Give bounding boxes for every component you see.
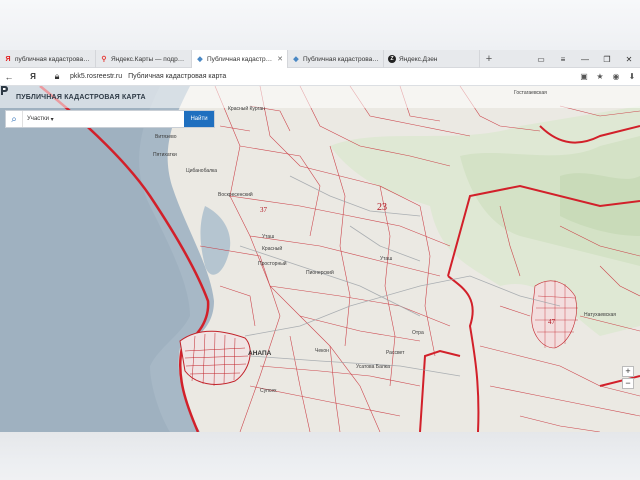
place-label: Цибанобалка	[186, 168, 218, 174]
place-label: Уташ	[262, 234, 275, 240]
cadastral-district-number[interactable]: 23	[377, 202, 387, 213]
search-type-value: Участки	[27, 116, 49, 122]
place-label: Чекон	[315, 348, 329, 354]
find-button[interactable]: Найти	[184, 111, 214, 127]
yandex-favicon-icon: Я	[5, 55, 11, 63]
rosreestr-logo-icon	[1, 86, 8, 95]
tab-bar: Я публичная кадастровая ка ⚲ Яндекс.Карт…	[0, 50, 640, 68]
protect-icon[interactable]: ◉	[608, 68, 624, 86]
restore-icon[interactable]: ❐	[596, 50, 618, 68]
tab-yandex-maps[interactable]: ⚲ Яндекс.Карты — подробн	[96, 50, 192, 68]
zoom-in-button[interactable]: +	[622, 366, 634, 377]
place-label: Воскресенский	[218, 192, 253, 198]
city-label-anapa: АНАПА	[248, 350, 272, 357]
new-tab-button[interactable]: +	[480, 50, 498, 68]
cadastral-map[interactable]: ПУБЛИЧНАЯ КАДАСТРОВАЯ КАРТА ⌕ Участки ▾ …	[0, 86, 640, 432]
zoom-out-button[interactable]: −	[622, 378, 634, 389]
cadastral-favicon-icon: ◆	[197, 56, 203, 63]
downloads-icon[interactable]: ⬇	[624, 68, 640, 86]
place-label: Рассвет	[386, 350, 405, 356]
menu-icon[interactable]: ≡	[552, 50, 574, 68]
place-label: Натухаевская	[584, 312, 617, 318]
screen: Я публичная кадастровая ка ⚲ Яндекс.Карт…	[0, 0, 640, 480]
place-label: Просторный	[258, 261, 287, 267]
address-bar-actions: ▣ ★ ◉ ⬇	[576, 68, 640, 86]
minimize-icon[interactable]: —	[574, 50, 596, 68]
tab-yandex-search[interactable]: Я публичная кадастровая ка	[0, 50, 96, 68]
place-label: Витязево	[155, 134, 177, 140]
place-label: Усатова Балка	[356, 364, 390, 370]
search-panel: ⌕ Участки ▾ Найти	[5, 110, 215, 128]
tab-cadastral-map-2[interactable]: ◆ Публичная кадастровая ка	[288, 50, 384, 68]
zoom-controls: + −	[622, 366, 634, 390]
place-label: Супсех	[260, 388, 277, 394]
url-domain: pkk5.rosreestr.ru	[70, 73, 123, 80]
place-label: Красный Курган	[228, 106, 265, 112]
tab-yandex-zen[interactable]: Z Яндекс.Дзен	[384, 50, 480, 68]
search-type-select[interactable]: Участки ▾	[22, 111, 58, 127]
address-bar: ← Я 🔒︎ pkk5.rosreestr.ru Публичная кадас…	[0, 68, 640, 86]
cadastral-district-number[interactable]: 37	[260, 206, 267, 214]
map-pin-favicon-icon: ⚲	[101, 56, 107, 63]
place-label: Гостагаевская	[514, 90, 547, 96]
cadastral-favicon-icon: ◆	[293, 56, 299, 63]
reader-mode-icon[interactable]: ▣	[576, 68, 592, 86]
cadastral-district-number[interactable]: 47	[548, 318, 555, 326]
zen-favicon-icon: Z	[388, 55, 396, 63]
map-canvas[interactable]	[0, 86, 640, 432]
tab-cadastral-map[interactable]: ◆ Публичная кадастровая ✕	[192, 50, 288, 68]
tab-label: Публичная кадастровая	[207, 55, 276, 63]
top-blur-area	[0, 0, 640, 50]
app-title: ПУБЛИЧНАЯ КАДАСТРОВАЯ КАРТА	[16, 94, 146, 101]
close-window-icon[interactable]: ✕	[618, 50, 640, 68]
star-bookmark-icon[interactable]: ★	[592, 68, 608, 86]
tab-label: Публичная кадастровая ка	[303, 55, 379, 63]
place-label: Пятихатки	[153, 152, 177, 158]
chevron-down-icon: ▾	[49, 116, 54, 123]
search-input[interactable]	[57, 112, 184, 126]
bottom-blur-area	[0, 432, 640, 480]
place-label: Уташ	[380, 256, 393, 262]
place-label: Отра	[412, 330, 424, 336]
page-title-in-address: Публичная кадастровая карта	[128, 73, 227, 80]
lock-icon: 🔒︎	[54, 71, 60, 81]
place-label: Пионерский	[306, 270, 334, 276]
tab-label: Яндекс.Карты — подробн	[111, 55, 187, 63]
url-field[interactable]: pkk5.rosreestr.ru Публичная кадастровая …	[66, 68, 576, 86]
search-icon[interactable]: ⌕	[6, 111, 22, 127]
window-controls: ▭ ≡ — ❐ ✕	[530, 50, 640, 68]
tab-label: публичная кадастровая ка	[15, 55, 91, 63]
bookmarks-icon[interactable]: ▭	[530, 50, 552, 68]
back-arrow-icon[interactable]: ←	[0, 68, 18, 86]
tab-label: Яндекс.Дзен	[399, 55, 438, 63]
place-label: Красный	[262, 246, 283, 252]
yandex-logo[interactable]: Я	[18, 72, 48, 81]
close-tab-icon[interactable]: ✕	[277, 55, 283, 63]
